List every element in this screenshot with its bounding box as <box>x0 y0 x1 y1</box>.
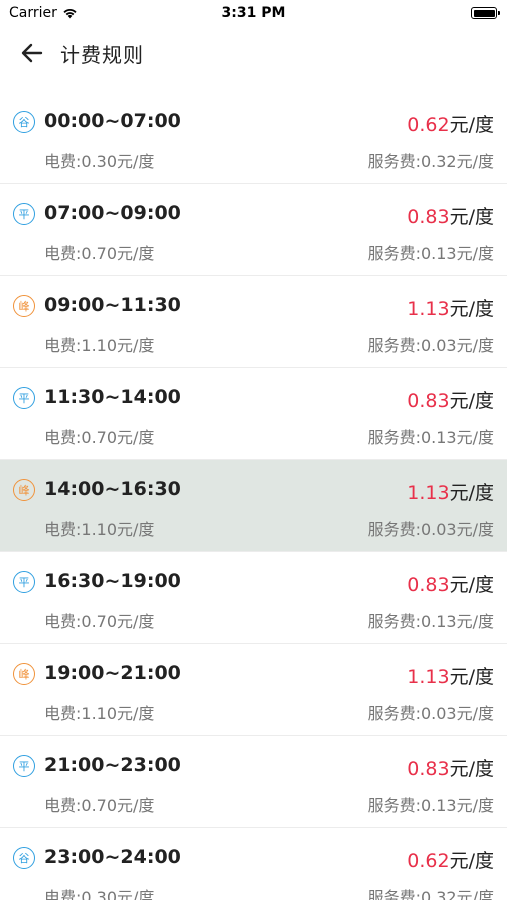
price-unit: 元/度 <box>449 850 494 872</box>
price-unit: 元/度 <box>449 390 494 412</box>
page-title: 计费规则 <box>60 42 144 67</box>
time-range: 23:00~24:00 <box>44 846 181 868</box>
electricity-fee: 电费:0.70元/度 <box>44 428 155 447</box>
price-value: 1.13 <box>407 666 450 688</box>
list-item[interactable]: 平 16:30~19:00 0.83元/度 电费:0.70元/度 服务费:0.1… <box>0 552 507 644</box>
total-price: 1.13元/度 <box>407 478 494 505</box>
price-value: 0.83 <box>407 574 450 596</box>
price-unit: 元/度 <box>449 482 494 504</box>
battery-icon <box>471 7 500 19</box>
price-unit: 元/度 <box>449 114 494 136</box>
time-range: 19:00~21:00 <box>44 662 181 684</box>
time-range: 00:00~07:00 <box>44 110 181 132</box>
service-fee: 服务费:0.32元/度 <box>367 888 494 900</box>
list-item[interactable]: 峰 14:00~16:30 1.13元/度 电费:1.10元/度 服务费:0.0… <box>0 460 507 552</box>
flat-period-badge: 平 <box>13 387 35 409</box>
service-fee: 服务费:0.13元/度 <box>367 796 494 815</box>
peak-period-badge: 峰 <box>13 295 35 317</box>
price-unit: 元/度 <box>449 574 494 596</box>
list-item[interactable]: 平 07:00~09:00 0.83元/度 电费:0.70元/度 服务费:0.1… <box>0 184 507 276</box>
valley-period-badge: 谷 <box>13 847 35 869</box>
service-fee: 服务费:0.03元/度 <box>367 704 494 723</box>
price-value: 0.83 <box>407 758 450 780</box>
list-item[interactable]: 谷 00:00~07:00 0.62元/度 电费:0.30元/度 服务费:0.3… <box>0 92 507 184</box>
price-value: 0.83 <box>407 206 450 228</box>
electricity-fee: 电费:1.10元/度 <box>44 336 155 355</box>
electricity-fee: 电费:0.30元/度 <box>44 152 155 171</box>
peak-period-badge: 峰 <box>13 663 35 685</box>
price-unit: 元/度 <box>449 206 494 228</box>
status-bar: Carrier 3:31 PM <box>0 0 507 28</box>
list-item[interactable]: 谷 23:00~24:00 0.62元/度 电费:0.30元/度 服务费:0.3… <box>0 828 507 900</box>
electricity-fee: 电费:0.70元/度 <box>44 244 155 263</box>
list-item[interactable]: 平 11:30~14:00 0.83元/度 电费:0.70元/度 服务费:0.1… <box>0 368 507 460</box>
back-arrow-icon <box>21 43 43 63</box>
price-value: 1.13 <box>407 482 450 504</box>
flat-period-badge: 平 <box>13 571 35 593</box>
time-range: 11:30~14:00 <box>44 386 181 408</box>
total-price: 0.83元/度 <box>407 386 494 413</box>
total-price: 0.62元/度 <box>407 846 494 873</box>
time-range: 07:00~09:00 <box>44 202 181 224</box>
list-item[interactable]: 峰 19:00~21:00 1.13元/度 电费:1.10元/度 服务费:0.0… <box>0 644 507 736</box>
time-range: 09:00~11:30 <box>44 294 181 316</box>
flat-period-badge: 平 <box>13 755 35 777</box>
total-price: 1.13元/度 <box>407 294 494 321</box>
service-fee: 服务费:0.03元/度 <box>367 336 494 355</box>
electricity-fee: 电费:0.30元/度 <box>44 888 155 900</box>
back-button[interactable] <box>12 33 52 73</box>
service-fee: 服务费:0.32元/度 <box>367 152 494 171</box>
time-range: 16:30~19:00 <box>44 570 181 592</box>
navigation-bar: 计费规则 <box>0 28 507 78</box>
valley-period-badge: 谷 <box>13 111 35 133</box>
electricity-fee: 电费:0.70元/度 <box>44 796 155 815</box>
electricity-fee: 电费:0.70元/度 <box>44 612 155 631</box>
total-price: 0.83元/度 <box>407 754 494 781</box>
list-item[interactable]: 平 21:00~23:00 0.83元/度 电费:0.70元/度 服务费:0.1… <box>0 736 507 828</box>
flat-period-badge: 平 <box>13 203 35 225</box>
time-range: 21:00~23:00 <box>44 754 181 776</box>
price-value: 1.13 <box>407 298 450 320</box>
total-price: 1.13元/度 <box>407 662 494 689</box>
total-price: 0.83元/度 <box>407 570 494 597</box>
time-range: 14:00~16:30 <box>44 478 181 500</box>
service-fee: 服务费:0.13元/度 <box>367 612 494 631</box>
service-fee: 服务费:0.03元/度 <box>367 520 494 539</box>
total-price: 0.62元/度 <box>407 110 494 137</box>
service-fee: 服务费:0.13元/度 <box>367 244 494 263</box>
price-unit: 元/度 <box>449 758 494 780</box>
electricity-fee: 电费:1.10元/度 <box>44 704 155 723</box>
price-unit: 元/度 <box>449 298 494 320</box>
peak-period-badge: 峰 <box>13 479 35 501</box>
price-unit: 元/度 <box>449 666 494 688</box>
service-fee: 服务费:0.13元/度 <box>367 428 494 447</box>
electricity-fee: 电费:1.10元/度 <box>44 520 155 539</box>
status-time: 3:31 PM <box>221 5 286 21</box>
price-value: 0.62 <box>407 114 450 136</box>
price-value: 0.83 <box>407 390 450 412</box>
list-item[interactable]: 峰 09:00~11:30 1.13元/度 电费:1.10元/度 服务费:0.0… <box>0 276 507 368</box>
total-price: 0.83元/度 <box>407 202 494 229</box>
pricing-list: 谷 00:00~07:00 0.62元/度 电费:0.30元/度 服务费:0.3… <box>0 92 507 900</box>
price-value: 0.62 <box>407 850 450 872</box>
